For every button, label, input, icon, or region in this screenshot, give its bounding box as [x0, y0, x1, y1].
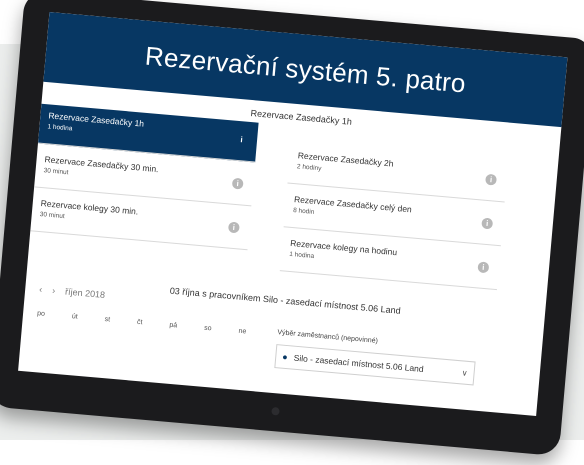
- person-icon: ●: [281, 351, 289, 363]
- chevron-right-icon[interactable]: ›: [52, 285, 56, 295]
- tablet-screen: Rezervační systém 5. patro Rezervace Zas…: [18, 12, 568, 417]
- weekday-label: út: [71, 313, 78, 321]
- calendar-month: říjen 2018: [64, 286, 106, 300]
- weekday-label: pá: [169, 321, 178, 330]
- weekday-label: so: [203, 324, 212, 333]
- weekday-label: po: [36, 310, 46, 318]
- weekday-label: čt: [136, 318, 143, 327]
- employee-selected: Silo - zasedací místnost 5.06 Land: [293, 352, 425, 375]
- weekday-label: st: [104, 316, 111, 324]
- tablet-device: Rezervační systém 5. patro Rezervace Zas…: [0, 0, 584, 457]
- chevron-left-icon[interactable]: ‹: [39, 284, 43, 294]
- app-title: Rezervační systém 5. patro: [143, 40, 467, 99]
- chevron-down-icon: ∨: [461, 367, 468, 378]
- weekday-row: po út st čt pá so ne: [37, 310, 247, 335]
- weekday-label: ne: [238, 327, 247, 336]
- home-button: [271, 406, 280, 416]
- employee-picker: Výběr zaměstnanců (nepovinné) ● Silo - z…: [274, 329, 477, 386]
